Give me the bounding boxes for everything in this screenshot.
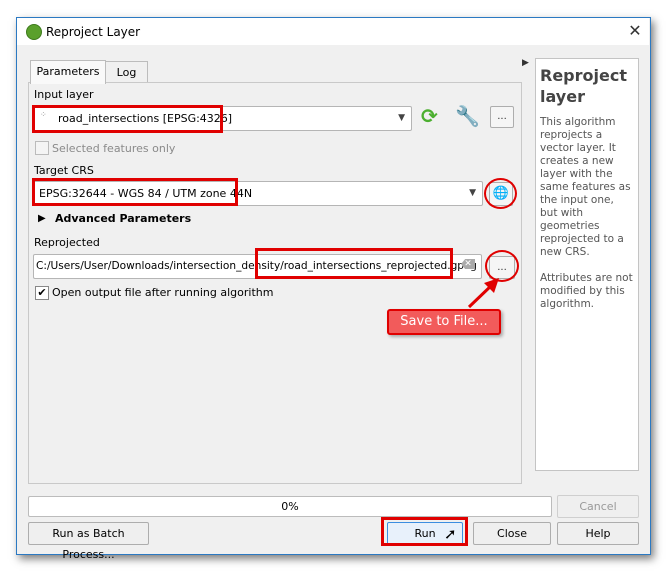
input-layer-label: Input layer [34, 88, 94, 101]
help-note: Attributes are not modified by this algo… [540, 272, 633, 310]
help-panel: Reproject layer This algorithm reproject… [535, 58, 639, 471]
advanced-parameters-toggle[interactable]: Advanced Parameters [55, 212, 191, 225]
chevron-down-icon: ▼ [469, 188, 476, 198]
run-as-batch-button[interactable]: Run as Batch Process... [28, 522, 149, 561]
target-crs-label: Target CRS [34, 164, 94, 177]
selected-features-checkbox[interactable] [35, 141, 49, 155]
chevron-down-icon: ▼ [398, 113, 405, 123]
input-layer-options-button[interactable]: ... [490, 106, 514, 128]
tab-parameters[interactable]: Parameters [30, 60, 106, 84]
close-icon[interactable]: ✕ [626, 21, 644, 40]
qgis-logo-icon [26, 24, 42, 40]
cancel-button[interactable]: Cancel [557, 495, 639, 518]
open-output-label: Open output file after running algorithm [52, 286, 274, 299]
open-output-checkbox[interactable]: ✔ [35, 286, 49, 300]
window-title: Reproject Layer [46, 25, 141, 39]
save-to-file-callout: Save to File... [387, 309, 501, 335]
close-button[interactable]: Close [473, 522, 551, 545]
selected-features-label: Selected features only [52, 142, 176, 155]
highlight-box [32, 105, 223, 133]
reprojected-label: Reprojected [34, 236, 100, 249]
highlight-circle [484, 178, 517, 209]
tab-log[interactable]: Log [105, 61, 148, 83]
help-title: Reproject layer [540, 66, 627, 106]
wrench-icon[interactable]: 🔧 [455, 104, 480, 128]
help-description: This algorithm reprojects a vector layer… [540, 116, 631, 258]
progress-bar: 0% [28, 496, 552, 517]
highlight-box [32, 178, 238, 206]
iterate-icon[interactable]: ⟳ [421, 104, 438, 128]
highlight-box [255, 248, 453, 279]
expand-triangle-icon[interactable]: ▶ [38, 213, 46, 224]
collapse-help-icon[interactable]: ▶ [522, 58, 529, 68]
mouse-cursor-icon: ➚ [444, 525, 457, 543]
help-button[interactable]: Help [557, 522, 639, 545]
